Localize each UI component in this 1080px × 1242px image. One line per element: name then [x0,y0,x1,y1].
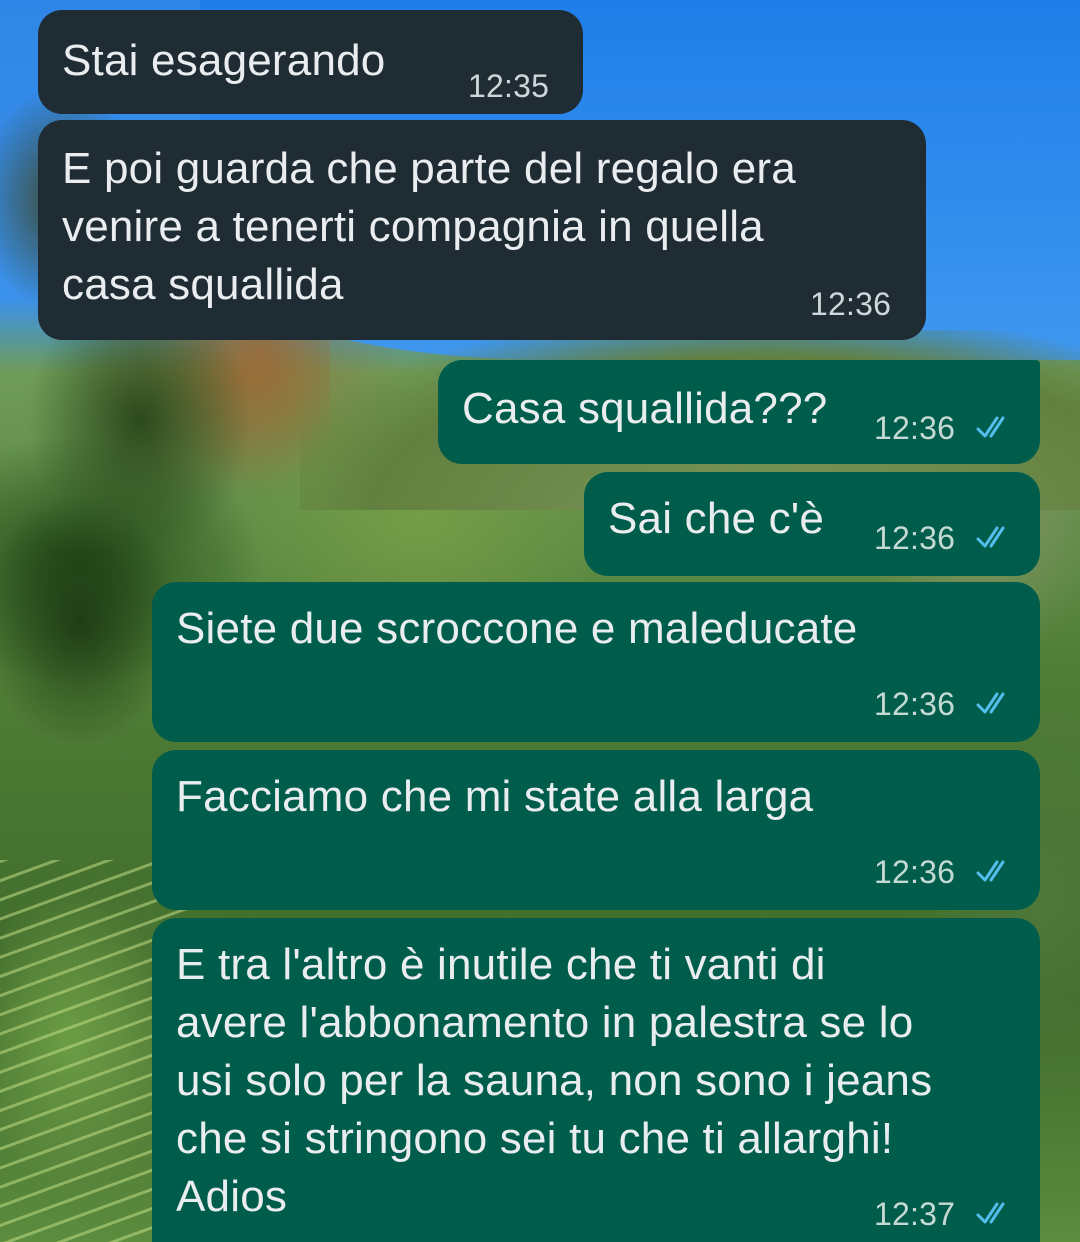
message-time: 12:35 [468,68,550,104]
message-time: 12:36 [874,854,956,890]
message-time: 12:36 [810,286,892,322]
double-check-icon [976,1202,1005,1224]
message-bubble-outgoing[interactable]: Casa squallida??? 12:36 [438,360,1040,464]
double-check-icon [976,416,1005,438]
double-check-icon [976,526,1005,548]
message-time: 12:36 [874,520,956,556]
message-text: Siete due scroccone e maleducate [176,604,858,653]
message-text: E tra l'altro è inutile che ti vanti di … [176,940,933,1221]
double-check-icon [976,692,1005,714]
message-bubble-incoming[interactable]: Stai esagerando 12:35 [38,10,583,114]
message-bubble-outgoing[interactable]: E tra l'altro è inutile che ti vanti di … [152,918,1040,1242]
message-time: 12:36 [874,686,956,722]
message-bubble-outgoing[interactable]: Siete due scroccone e maleducate 12:36 [152,582,1040,742]
double-check-icon [976,860,1005,882]
message-text: E poi guarda che parte del regalo era ve… [62,144,796,309]
message-text: Casa squallida??? [462,384,828,433]
message-bubble-incoming[interactable]: E poi guarda che parte del regalo era ve… [38,120,926,340]
message-text: Stai esagerando [62,36,386,85]
message-bubble-outgoing[interactable]: Sai che c'è 12:36 [584,472,1040,576]
message-bubble-outgoing[interactable]: Facciamo che mi state alla larga 12:36 [152,750,1040,910]
message-time: 12:36 [874,410,956,446]
message-time: 12:37 [874,1196,956,1232]
message-text: Facciamo che mi state alla larga [176,772,814,821]
message-text: Sai che c'è [608,494,825,543]
